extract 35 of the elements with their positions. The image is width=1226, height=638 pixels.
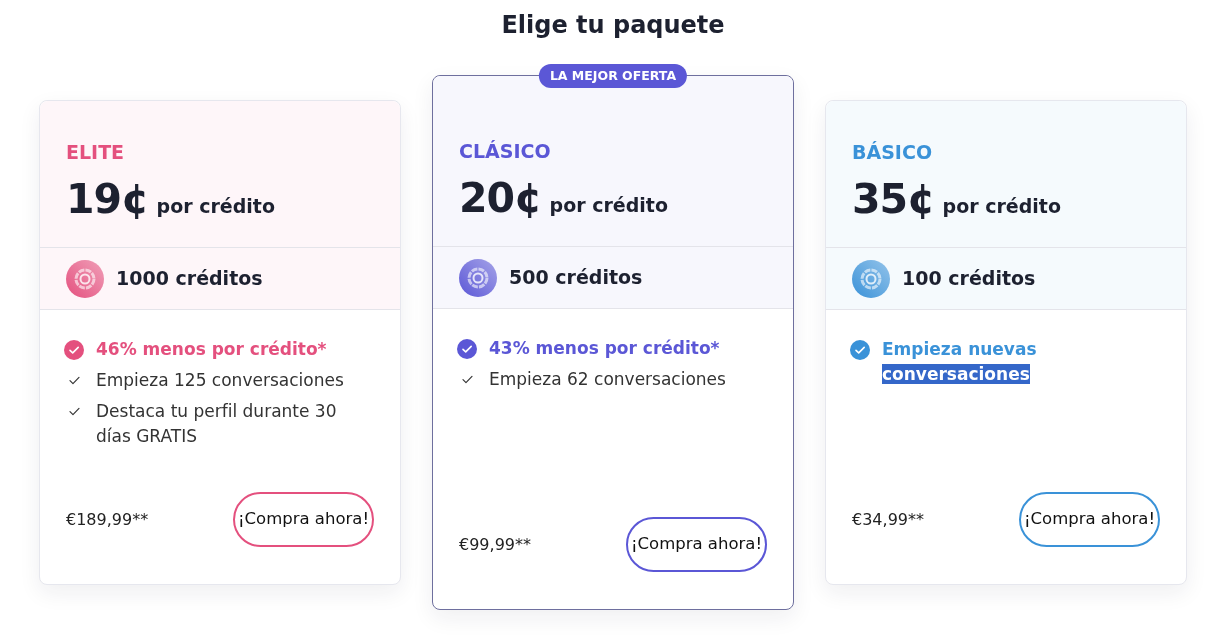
check-icon	[68, 376, 80, 385]
check-icon	[68, 407, 80, 416]
feature-text: Destaca tu perfil durante 30 días GRATIS	[96, 400, 338, 448]
price-unit-label: por crédito	[549, 193, 668, 218]
credits-amount: 100 créditos	[902, 266, 1036, 292]
check-circle-icon	[457, 338, 477, 359]
buy-now-button[interactable]: ¡Compra ahora!	[232, 492, 374, 547]
price-unit-label: por crédito	[942, 194, 1061, 219]
plan-name: BÁSICO	[852, 140, 933, 164]
credits-amount: 500 créditos	[509, 265, 643, 291]
buy-now-button[interactable]: ¡Compra ahora!	[625, 517, 767, 572]
coin-icon	[852, 259, 890, 298]
feature-text: 43% menos por crédito*	[489, 337, 720, 360]
price-per-credit: 20¢	[459, 173, 542, 224]
feature-text: Empieza 125 conversaciones	[96, 369, 344, 392]
feature-text: Empieza nuevas conversaciones	[882, 338, 1038, 386]
total-price: €99,99**	[459, 533, 531, 556]
check-circle-icon	[850, 339, 870, 360]
coin-icon	[66, 259, 104, 298]
buy-now-button[interactable]: ¡Compra ahora!	[1018, 492, 1160, 547]
price-unit-label: por crédito	[156, 194, 275, 219]
plan-name: CLÁSICO	[459, 139, 551, 163]
credits-amount: 1000 créditos	[116, 266, 263, 292]
price-per-credit: 19¢	[66, 174, 149, 225]
check-circle-icon	[64, 339, 84, 360]
offer-badge: LA MEJOR OFERTA	[538, 64, 688, 88]
coin-icon	[459, 258, 497, 297]
check-icon	[461, 375, 473, 384]
feature-text: Empieza 62 conversaciones	[489, 368, 726, 391]
plan-name: ELITE	[66, 140, 125, 164]
total-price: €189,99**	[66, 508, 149, 531]
feature-text: 46% menos por crédito*	[96, 338, 327, 361]
total-price: €34,99**	[852, 508, 924, 531]
page-title: Elige tu paquete	[500, 10, 726, 40]
price-per-credit: 35¢	[852, 174, 935, 225]
